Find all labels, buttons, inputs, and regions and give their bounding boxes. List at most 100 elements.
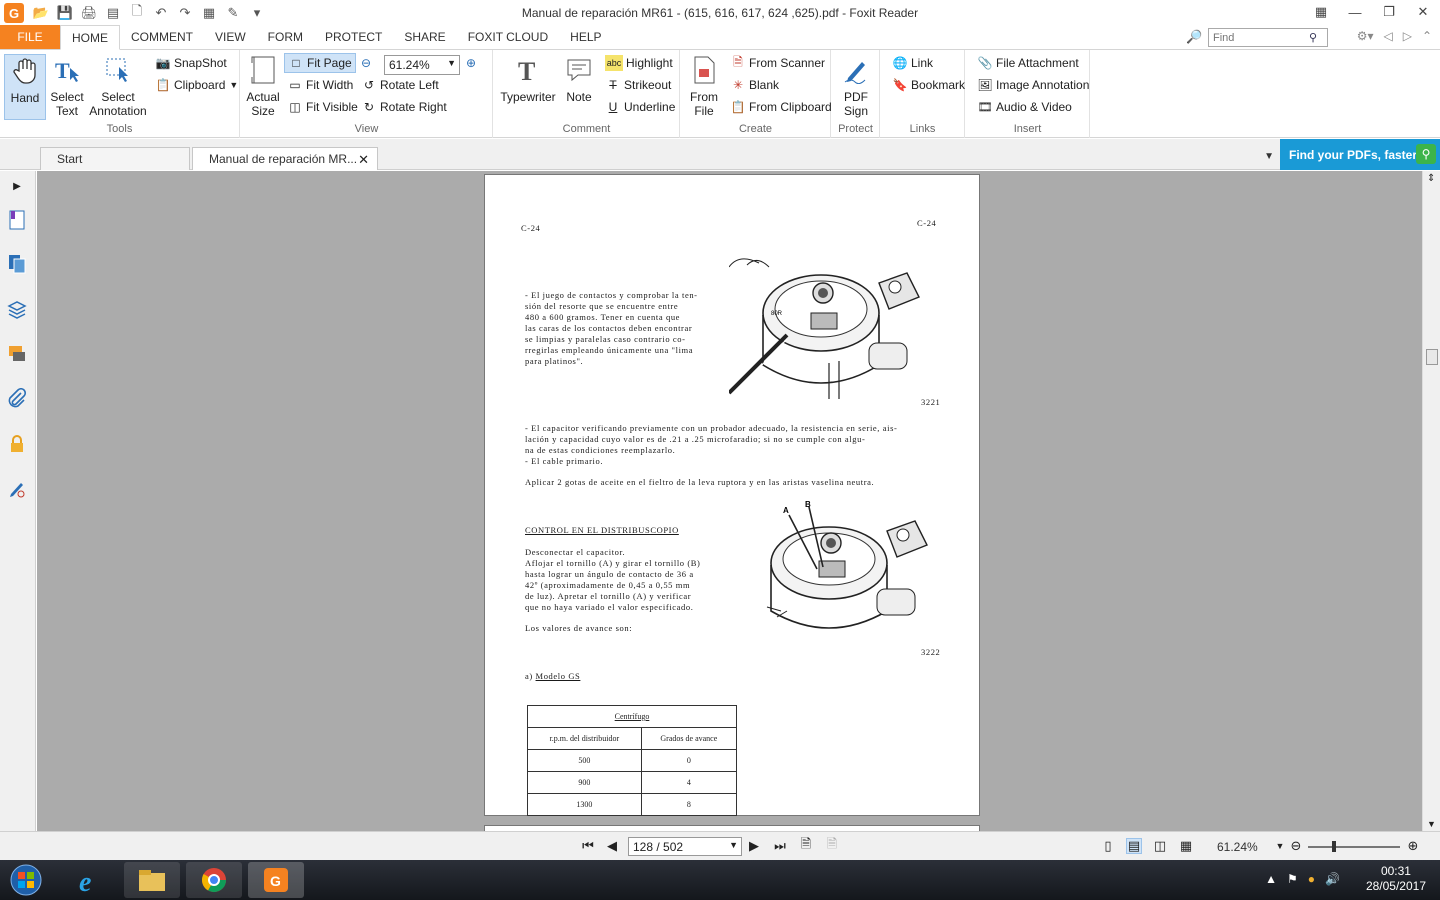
- scroll-thumb[interactable]: [1426, 349, 1438, 365]
- highlight-button[interactable]: abc Highlight: [602, 53, 676, 73]
- zoom-dropdown-icon[interactable]: ▼: [1272, 838, 1288, 854]
- next-view-icon[interactable]: 🗎: [824, 836, 840, 854]
- fit-width-button[interactable]: ▭ Fit Width: [284, 75, 356, 95]
- close-tab-icon[interactable]: ✕: [358, 152, 369, 168]
- zoom-in-icon[interactable]: ⊕: [1405, 838, 1421, 854]
- print-icon[interactable]: 🖨: [80, 4, 98, 22]
- zoom-combo[interactable]: 61.24% ▼: [384, 55, 460, 75]
- note-button[interactable]: Note: [562, 54, 596, 104]
- zoom-slider-knob[interactable]: [1332, 841, 1336, 852]
- bookmark-button[interactable]: 🔖 Bookmark: [889, 75, 968, 95]
- previous-page-icon[interactable]: ◀: [604, 838, 620, 854]
- ribbon-layout-icon[interactable]: ▦: [1304, 0, 1338, 24]
- pages-panel-icon[interactable]: [6, 253, 28, 275]
- minimize-icon[interactable]: —: [1338, 0, 1372, 24]
- tab-form[interactable]: FORM: [257, 25, 314, 49]
- zoom-in-button[interactable]: ⊕: [463, 53, 482, 73]
- collapse-ribbon-icon[interactable]: ⌃: [1422, 29, 1432, 43]
- last-page-icon[interactable]: ⏭: [772, 838, 788, 854]
- file-explorer-icon[interactable]: [124, 862, 180, 898]
- scroll-split-icon[interactable]: ⇕: [1427, 173, 1435, 184]
- form-icon[interactable]: ▦: [200, 4, 218, 22]
- continuous-facing-icon[interactable]: ▦: [1178, 838, 1194, 854]
- previous-view-icon[interactable]: 🗎: [798, 836, 814, 854]
- expand-panel-icon[interactable]: ▶: [6, 175, 28, 197]
- restore-icon[interactable]: ❐: [1372, 0, 1406, 24]
- image-annotation-button[interactable]: 🖼 Image Annotation: [974, 75, 1092, 95]
- search-icon[interactable]: ⚲: [1309, 31, 1317, 44]
- tab-share[interactable]: SHARE: [393, 25, 456, 49]
- next-page-icon[interactable]: ▶: [746, 838, 762, 854]
- typewriter-button[interactable]: T Typewriter: [498, 54, 558, 104]
- security-lock-icon[interactable]: [6, 433, 28, 455]
- zoom-out-button[interactable]: ⊖: [358, 53, 377, 73]
- undo-icon[interactable]: ↶: [152, 4, 170, 22]
- single-page-icon[interactable]: ▯: [1100, 838, 1116, 854]
- scroll-down-icon[interactable]: ▼: [1427, 819, 1436, 829]
- hand-tool-button[interactable]: Hand: [4, 54, 46, 120]
- attachments-panel-icon[interactable]: [6, 388, 28, 410]
- blank-button[interactable]: ✳ Blank: [727, 75, 782, 95]
- find-pdfs-banner[interactable]: Find your PDFs, faster! ⚲: [1280, 139, 1440, 170]
- select-text-button[interactable]: T Select Text: [48, 54, 86, 118]
- facing-pages-icon[interactable]: ◫: [1152, 838, 1168, 854]
- volume-icon[interactable]: 🔊: [1325, 872, 1340, 886]
- strikeout-button[interactable]: T Strikeout: [602, 75, 674, 95]
- snapshot-button[interactable]: 📷 SnapShot: [152, 53, 230, 73]
- fit-page-button[interactable]: □ Fit Page: [284, 53, 356, 73]
- zoom-slider[interactable]: [1308, 841, 1400, 852]
- close-icon[interactable]: ✕: [1406, 0, 1440, 24]
- tabs-dropdown-icon[interactable]: ▼: [1264, 151, 1274, 162]
- rotate-right-button[interactable]: ↻ Rotate Right: [358, 97, 450, 117]
- clock[interactable]: 00:31 28/05/2017: [1366, 864, 1426, 894]
- tab-view[interactable]: VIEW: [204, 25, 257, 49]
- signatures-panel-icon[interactable]: [6, 478, 28, 500]
- select-annotation-button[interactable]: Select Annotation: [88, 54, 148, 118]
- vertical-scrollbar[interactable]: ⇕ ▼: [1422, 171, 1440, 831]
- file-attachment-button[interactable]: 📎 File Attachment: [974, 53, 1082, 73]
- clipboard-button[interactable]: 📋 Clipboard ▼: [152, 75, 241, 95]
- fit-visible-button[interactable]: ◫ Fit Visible: [284, 97, 361, 117]
- link-button[interactable]: 🌐 Link: [889, 53, 936, 73]
- actual-size-button[interactable]: Actual Size: [244, 54, 282, 118]
- new-document-icon[interactable]: 🗋: [128, 3, 146, 22]
- pdf-sign-button[interactable]: PDF Sign: [836, 54, 876, 118]
- tab-comment[interactable]: COMMENT: [120, 25, 204, 49]
- tab-help[interactable]: HELP: [559, 25, 612, 49]
- comments-panel-icon[interactable]: [6, 343, 28, 365]
- tab-document[interactable]: Manual de reparación MR... ✕: [192, 147, 378, 170]
- rotate-left-button[interactable]: ↺ Rotate Left: [358, 75, 442, 95]
- from-file-button[interactable]: From File: [685, 54, 723, 118]
- tab-home[interactable]: HOME: [60, 25, 120, 50]
- bookmarks-panel-icon[interactable]: [6, 209, 28, 231]
- tab-protect[interactable]: PROTECT: [314, 25, 393, 49]
- settings-gear-icon[interactable]: ⚙▾: [1357, 29, 1374, 43]
- tab-start[interactable]: Start: [40, 147, 190, 170]
- customize-dropdown-icon[interactable]: ▾: [248, 4, 266, 22]
- menu-file[interactable]: FILE: [0, 25, 60, 49]
- network-icon[interactable]: ●: [1308, 872, 1315, 886]
- search-folder-icon[interactable]: 🔎: [1186, 29, 1204, 47]
- internet-explorer-icon[interactable]: e: [62, 862, 118, 898]
- page-number-box[interactable]: 128 / 502 ▼: [628, 837, 742, 856]
- zoom-out-icon[interactable]: ⊖: [1288, 838, 1304, 854]
- foxit-logo-icon[interactable]: G: [4, 3, 24, 23]
- back-arrow-icon[interactable]: ◁: [1383, 29, 1392, 43]
- first-page-icon[interactable]: ⏮: [580, 838, 596, 854]
- windows-start-button[interactable]: [6, 862, 46, 898]
- layers-panel-icon[interactable]: [6, 298, 28, 320]
- properties-icon[interactable]: ▤: [104, 4, 122, 22]
- chrome-icon[interactable]: [186, 862, 242, 898]
- document-viewer[interactable]: C-24 C-24 - El juego de contactos y comp…: [37, 171, 1422, 831]
- show-hidden-icons-icon[interactable]: ▲: [1265, 872, 1277, 886]
- from-clipboard-button[interactable]: 📋 From Clipboard: [727, 97, 835, 117]
- tab-foxit-cloud[interactable]: FOXIT CLOUD: [457, 25, 559, 49]
- open-folder-icon[interactable]: 📂: [32, 4, 50, 22]
- find-input[interactable]: [1213, 31, 1309, 44]
- save-icon[interactable]: 💾: [56, 4, 74, 22]
- continuous-page-icon[interactable]: ▤: [1126, 838, 1142, 854]
- action-center-flag-icon[interactable]: ⚑: [1287, 872, 1298, 886]
- redo-icon[interactable]: ↷: [176, 4, 194, 22]
- underline-button[interactable]: U Underline: [602, 97, 678, 117]
- foxit-reader-taskbar-icon[interactable]: G: [248, 862, 304, 898]
